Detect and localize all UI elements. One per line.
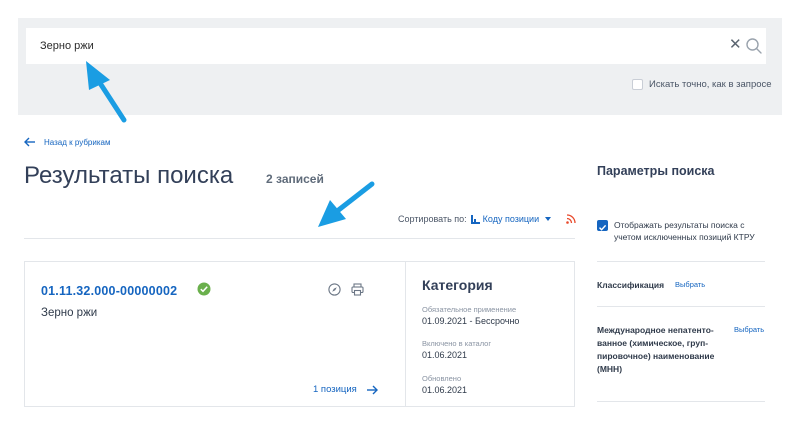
annotation-arrow-icon [318,181,375,227]
annotation-arrow-icon [86,61,127,123]
annotation-arrows [86,61,375,227]
